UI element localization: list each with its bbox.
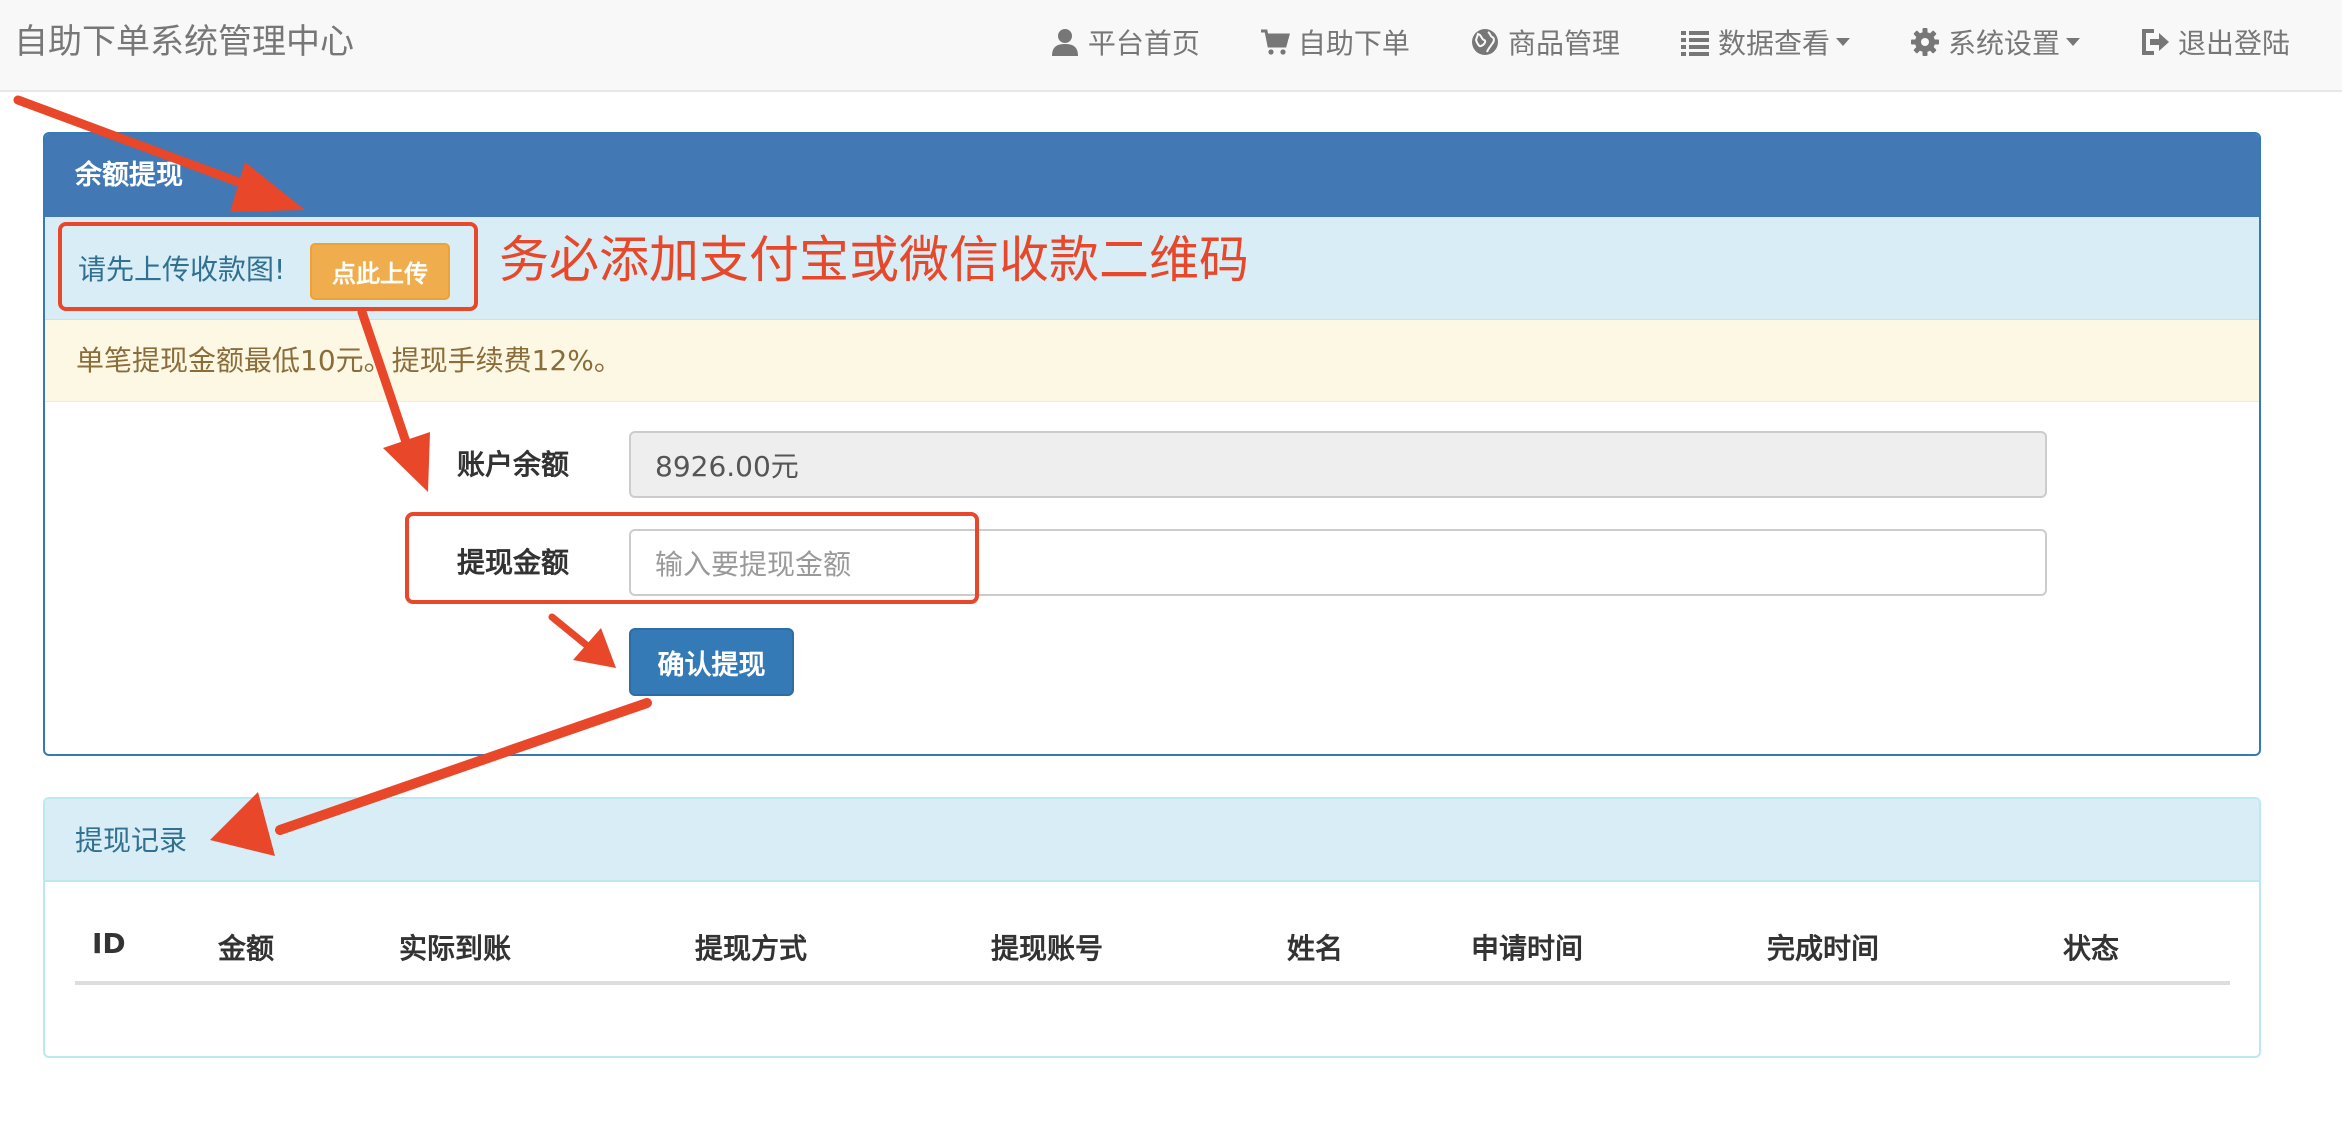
amount-label: 提现金额 [457,546,570,579]
globe-icon [1470,27,1500,57]
column-header[interactable]: 提现账号 [991,927,1103,967]
amount-input[interactable]: 输入要提现金额 [629,529,2047,596]
column-header[interactable]: 金额 [218,927,274,967]
nav-item-products[interactable]: 商品管理 [1440,18,1650,66]
withdraw-notice: 单笔提现金额最低10元。提现手续费12%。 [45,320,2259,402]
top-navbar: 自助下单系统管理中心 平台首页 自助下单 商品管理 数据查看 系统设置 退出登陆 [0,0,2342,92]
withdraw-panel-title: 余额提现 [45,134,2259,217]
balance-field: 8926.00元 [629,431,2047,498]
nav-item-settings[interactable]: 系统设置 [1880,18,2110,66]
records-panel-title: 提现记录 [45,799,2259,882]
column-header[interactable]: ID [92,927,126,960]
gear-icon [1910,27,1940,57]
nav-item-label: 平台首页 [1087,27,1200,60]
confirm-withdraw-button[interactable]: 确认提现 [629,628,794,696]
column-header[interactable]: 申请时间 [1471,927,1583,967]
brand-title[interactable]: 自助下单系统管理中心 [14,18,354,66]
column-header[interactable]: 实际到账 [399,927,511,967]
balance-label: 账户余额 [457,448,570,481]
upload-button[interactable]: 点此上传 [310,243,450,300]
caret-down-icon [1835,38,1850,46]
nav-item-data-view[interactable]: 数据查看 [1650,18,1880,66]
withdraw-panel: 余额提现 请先上传收款图! 点此上传 务必添加支付宝或微信收款二维码 单笔提现金… [43,132,2261,756]
records-table: ID 金额 实际到账 提现方式 提现账号 姓名 申请时间 完成时间 状态 [75,909,2230,985]
annotation-text: 务必添加支付宝或微信收款二维码 [499,231,1249,289]
column-header[interactable]: 提现方式 [695,927,807,967]
column-header[interactable]: 姓名 [1287,927,1343,967]
nav-item-self-order[interactable]: 自助下单 [1230,18,1440,66]
upload-alert: 请先上传收款图! 点此上传 务必添加支付宝或微信收款二维码 [45,217,2259,320]
caret-down-icon [2065,38,2080,46]
list-icon [1680,27,1710,57]
nav-menu: 平台首页 自助下单 商品管理 数据查看 系统设置 退出登陆 [1020,18,2290,66]
nav-item-home[interactable]: 平台首页 [1020,18,1230,66]
nav-item-logout[interactable]: 退出登陆 [2110,18,2290,66]
column-header[interactable]: 完成时间 [1767,927,1879,967]
nav-item-label: 数据查看 [1717,27,1830,60]
column-header[interactable]: 状态 [2063,927,2119,967]
logout-icon [2140,27,2170,57]
nav-item-label: 商品管理 [1507,27,1620,60]
cart-icon [1260,27,1290,57]
user-icon [1050,27,1080,57]
nav-item-label: 退出登陆 [2177,27,2290,60]
withdraw-records-panel: 提现记录 ID 金额 实际到账 提现方式 提现账号 姓名 申请时间 完成时间 状… [43,797,2261,1058]
upload-prompt: 请先上传收款图! [78,253,286,286]
nav-item-label: 系统设置 [1947,27,2060,60]
nav-item-label: 自助下单 [1297,27,1410,60]
